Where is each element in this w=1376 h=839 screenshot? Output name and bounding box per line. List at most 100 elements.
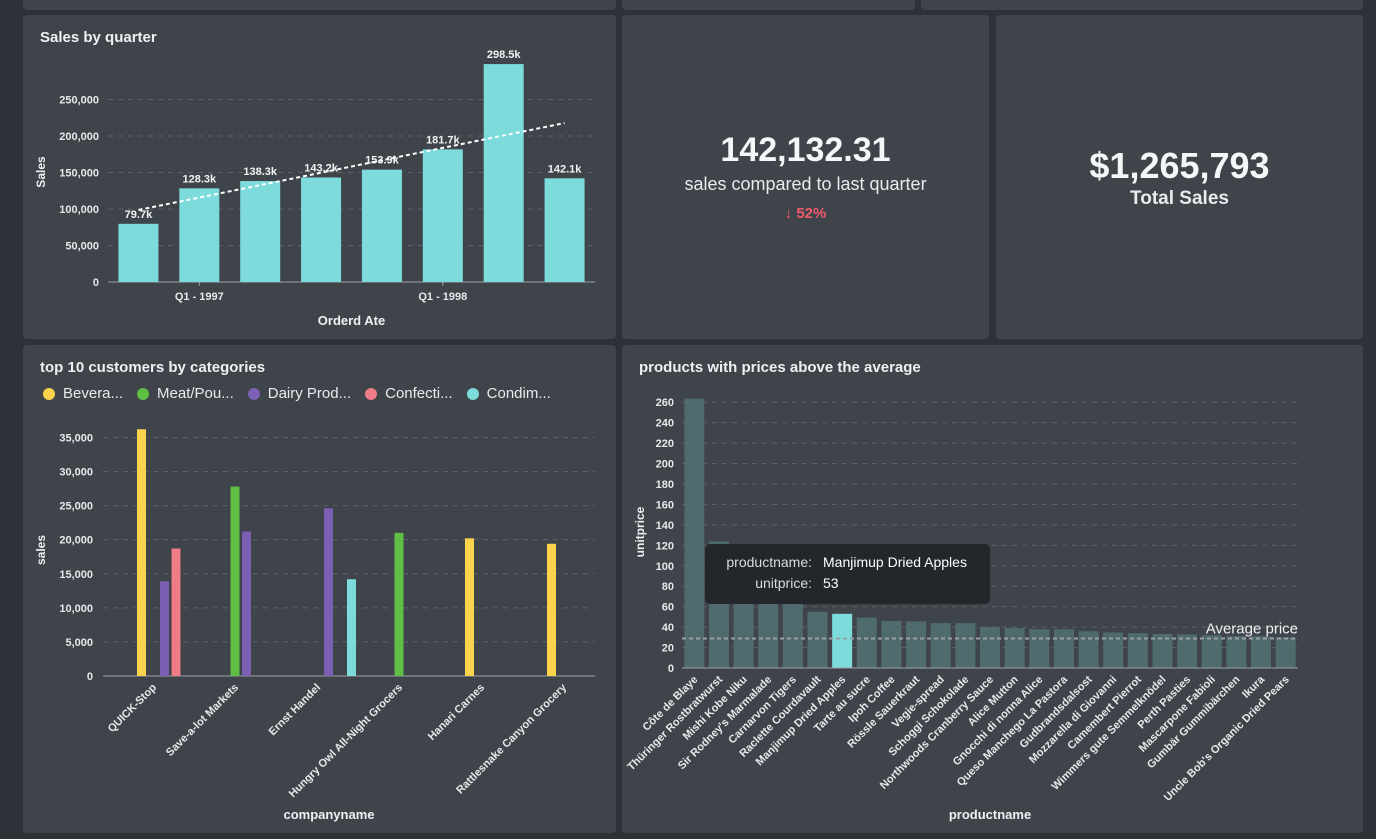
quarter-bar	[301, 177, 342, 282]
y-tick-label: 30,000	[59, 467, 93, 479]
x-tick-label: Q1 - 1997	[175, 291, 224, 303]
product-bar	[1201, 635, 1222, 668]
product-bar	[881, 620, 902, 668]
bar-data-label: 138.3k	[243, 166, 278, 178]
tooltip-key-unitprice: unitprice:	[755, 575, 812, 591]
y-tick-label: 240	[656, 418, 674, 430]
y-axis-title: unitprice	[633, 506, 647, 557]
customer-bar	[171, 548, 181, 676]
quarter-bar	[483, 64, 524, 282]
quarter-bar	[118, 223, 159, 282]
total-sales-value: $1,265,793	[1089, 145, 1270, 186]
partial-card-top-middle	[622, 0, 915, 10]
quarter-bar	[422, 149, 463, 282]
quarter-compare-delta-value: 52%	[796, 205, 827, 222]
y-tick-label: 250,000	[59, 95, 99, 107]
y-tick-label: 180	[656, 479, 674, 491]
partial-card-top-left	[23, 0, 616, 10]
x-tick-label: QUICK-Stop	[106, 681, 160, 735]
product-bar	[1103, 632, 1124, 668]
bar-data-label: 143.2k	[304, 162, 339, 174]
quarter-bar	[361, 169, 402, 282]
y-tick-label: 200,000	[59, 131, 99, 143]
customer-bar	[465, 538, 474, 676]
bar-data-label: 128.3k	[182, 173, 217, 185]
y-tick-label: 220	[656, 438, 674, 450]
partial-card-top-right	[921, 0, 1363, 10]
x-axis-title: Orderd Ate	[318, 313, 385, 328]
x-tick-label: Q1 - 1998	[418, 291, 467, 303]
y-axis-title: sales	[34, 535, 48, 565]
product-bar	[930, 623, 951, 668]
y-tick-label: 60	[662, 602, 674, 614]
y-tick-label: 10,000	[59, 603, 93, 615]
product-bar	[1251, 636, 1272, 668]
product-bar	[1226, 636, 1247, 668]
y-tick-label: 260	[656, 397, 674, 409]
average-price-label: Average price	[1206, 620, 1298, 637]
y-tick-label: 120	[656, 540, 674, 552]
sales-by-quarter-card[interactable]: Sales by quarter 0 50,000 100,000 150,000 20…	[23, 15, 616, 339]
product-bar	[906, 621, 927, 668]
y-tick-label: 5,000	[65, 637, 93, 649]
y-tick-label: 0	[93, 277, 99, 289]
y-tick-label: 200	[656, 459, 674, 471]
quarter-compare-card[interactable]: 142,132.31 sales compared to last quarte…	[622, 15, 989, 339]
y-tick-label: 150,000	[59, 168, 99, 180]
quarter-compare-delta: ↓ 52%	[622, 205, 989, 222]
top-customers-chart[interactable]: 0 5,000 10,000 15,000 20,000 25,000 30,000 35,0…	[23, 345, 616, 833]
sales-by-quarter-chart[interactable]: 050,000100,000150,000200,000250,00079.7k…	[23, 15, 616, 339]
y-tick-label: 40	[662, 622, 674, 634]
product-bar	[856, 617, 877, 668]
product-bar	[1078, 631, 1099, 668]
y-tick-label: 25,000	[59, 501, 93, 513]
x-tick-label: Hanari Carnes	[426, 682, 487, 743]
y-tick-label: 20	[662, 643, 674, 655]
product-bar	[1004, 628, 1025, 668]
x-axis-title: companyname	[283, 807, 374, 822]
y-tick-label: 100	[656, 561, 674, 573]
quarter-bar	[179, 188, 220, 282]
y-tick-label: 50,000	[65, 241, 99, 253]
product-bar	[1152, 634, 1173, 668]
customer-bar	[324, 508, 333, 676]
customer-bar	[242, 531, 251, 676]
tooltip-value-productname: Manjimup Dried Apples	[823, 554, 967, 570]
quarter-compare-label: sales compared to last quarter	[684, 174, 927, 194]
y-axis-title: Sales	[34, 156, 48, 188]
y-tick-label: 0	[668, 663, 674, 675]
product-bar	[1177, 634, 1198, 668]
quarter-bar	[240, 181, 281, 282]
tooltip-value-unitprice: 53	[823, 575, 839, 591]
top-customers-card[interactable]: top 10 customers by categories Bevera...…	[23, 345, 616, 833]
x-tick-label: Thüringer Rostbratwurst	[625, 673, 725, 773]
customer-bar	[547, 543, 556, 676]
y-tick-label: 140	[656, 520, 674, 532]
customer-bar	[230, 486, 240, 676]
product-bar	[807, 611, 828, 668]
y-tick-label: 35,000	[59, 432, 93, 444]
y-tick-label: 15,000	[59, 569, 93, 581]
quarter-compare-value: 142,132.31	[720, 131, 891, 169]
bar-data-label: 142.1k	[548, 163, 583, 175]
x-tick-label: Ernst Handel	[267, 682, 323, 738]
product-bar	[1053, 629, 1074, 668]
y-tick-label: 100,000	[59, 204, 99, 216]
product-bar	[1029, 629, 1050, 668]
y-tick-label: 20,000	[59, 535, 93, 547]
product-bar	[684, 398, 705, 668]
chart-tooltip: productname: Manjimup Dried Apples unitp…	[705, 544, 990, 604]
product-bar	[832, 613, 853, 668]
bar-data-label: 298.5k	[487, 49, 522, 61]
arrow-down-icon: ↓	[784, 205, 793, 222]
total-sales-label: Total Sales	[1130, 188, 1229, 209]
product-bar	[1275, 637, 1296, 668]
customer-bar	[347, 579, 356, 676]
y-tick-label: 160	[656, 499, 674, 511]
x-tick-label: Save-a-lot Markets	[164, 682, 241, 759]
product-bar	[955, 623, 976, 668]
customer-bar	[137, 429, 146, 676]
x-axis-title: productname	[949, 807, 1031, 822]
total-sales-card[interactable]: $1,265,793 Total Sales	[996, 15, 1363, 339]
quarter-bar	[544, 178, 585, 282]
